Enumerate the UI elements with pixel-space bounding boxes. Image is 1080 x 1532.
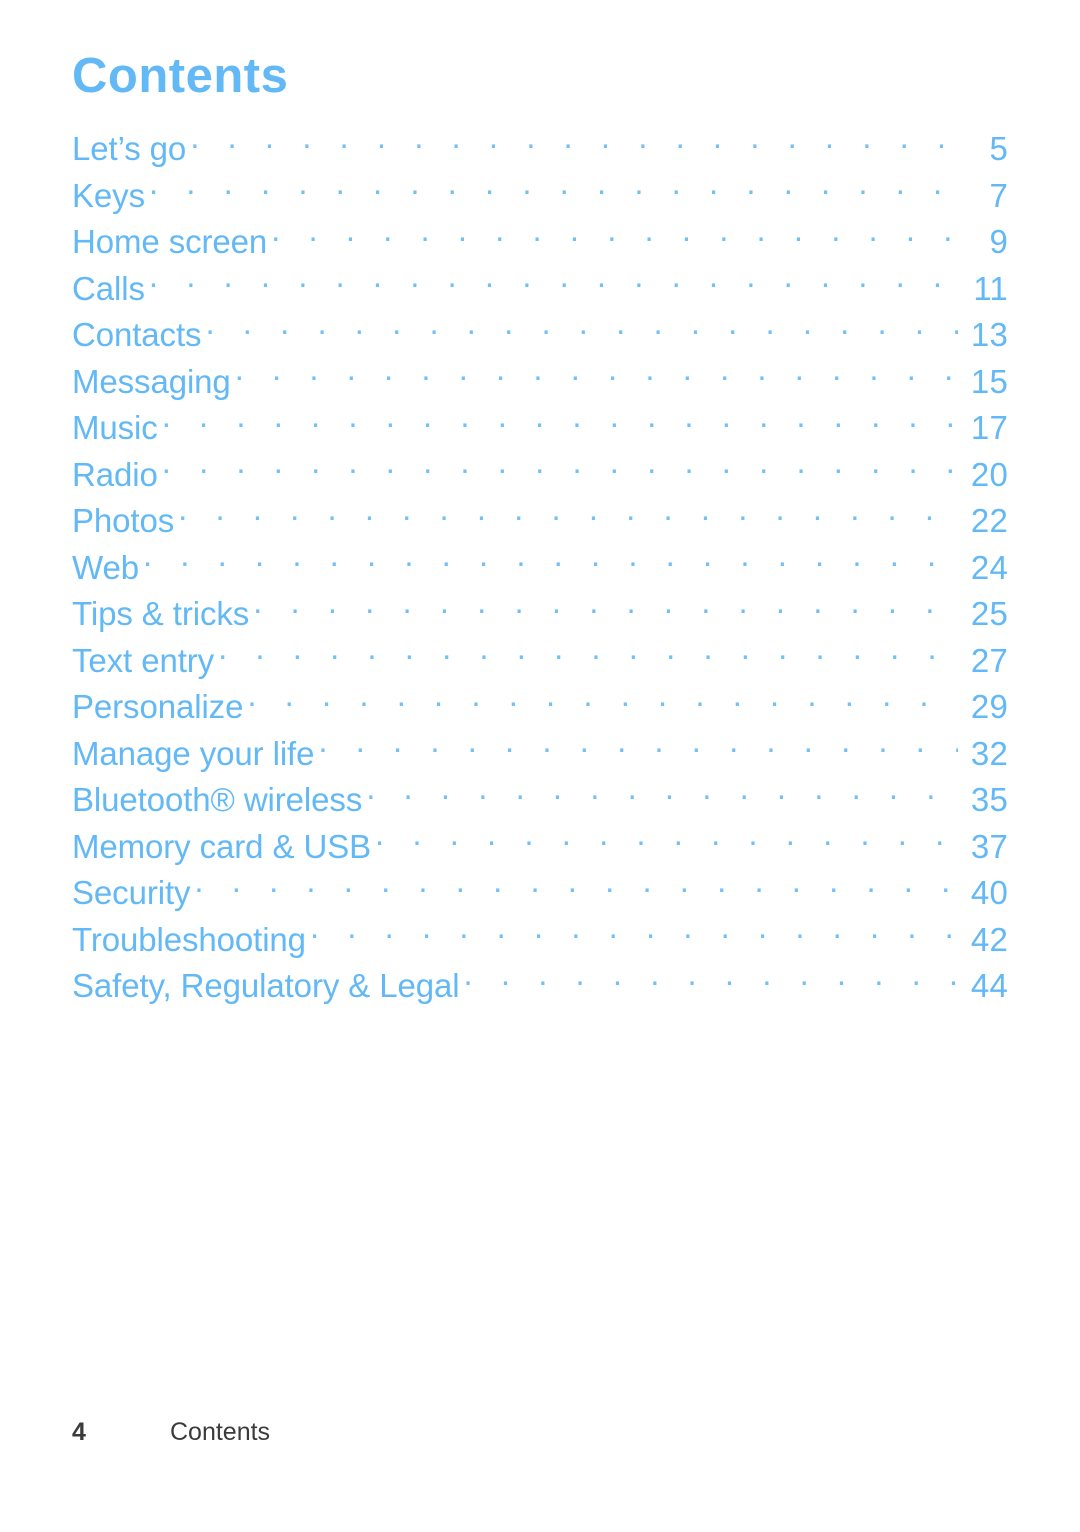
toc-entry-page-number: 32: [970, 734, 1008, 772]
toc-entry[interactable]: Messaging 15: [72, 359, 1008, 406]
toc-entry-page-number: 22: [970, 502, 1008, 539]
toc-entry[interactable]: Keys 7: [72, 173, 1008, 220]
toc-entry-page-number: 42: [970, 920, 1008, 958]
toc-entry-page-number: 20: [970, 455, 1008, 493]
toc-entry-page-number: 15: [970, 362, 1008, 400]
toc-entry-page-number: 13: [970, 316, 1008, 353]
toc-entry-label: Home screen: [72, 223, 268, 260]
toc-dot-leader: [253, 592, 958, 625]
toc-dot-leader: [375, 825, 958, 858]
toc-entry-label: Text entry: [72, 641, 215, 679]
toc-entry-label: Messaging: [72, 362, 231, 400]
toc-dot-leader: [318, 732, 958, 765]
toc-dot-leader: [178, 499, 958, 532]
footer-page-number: 4: [72, 1418, 86, 1446]
toc-entry[interactable]: Security 40: [72, 870, 1008, 917]
toc-dot-leader: [149, 174, 958, 207]
toc-entry-page-number: 35: [970, 781, 1008, 818]
toc-entry-label: Tips & tricks: [72, 595, 250, 632]
toc-entry[interactable]: Safety, Regulatory & Legal 44: [72, 963, 1008, 1010]
toc-dot-leader: [218, 639, 958, 672]
toc-entry[interactable]: Text entry 27: [72, 638, 1008, 685]
toc-dot-leader: [247, 685, 958, 718]
toc-entry-label: Security: [72, 874, 191, 911]
toc-entry-label: Music: [72, 409, 158, 446]
toc-entry-label: Safety, Regulatory & Legal: [72, 967, 460, 1004]
toc-entry[interactable]: Manage your life 32: [72, 731, 1008, 778]
toc-entry-label: Personalize: [72, 688, 244, 725]
toc-dot-leader: [235, 360, 958, 393]
toc-dot-leader: [194, 871, 958, 904]
toc-entry-page-number: 5: [989, 130, 1008, 167]
toc-entry[interactable]: Memory card & USB 37: [72, 824, 1008, 871]
toc-entry-page-number: 27: [970, 641, 1008, 679]
toc-entry-label: Memory card & USB: [72, 827, 372, 865]
toc-entry-label: Bluetooth® wireless: [72, 781, 363, 818]
toc-entry-page-number: 11: [973, 269, 1008, 307]
toc-entry[interactable]: Web 24: [72, 545, 1008, 592]
toc-entry-label: Photos: [72, 502, 175, 539]
toc-entry[interactable]: Personalize 29: [72, 684, 1008, 731]
toc-entry-page-number: 7: [989, 176, 1008, 214]
toc-entry-page-number: 29: [970, 688, 1008, 725]
toc-entry[interactable]: Contacts 13: [72, 312, 1008, 359]
toc-entry-page-number: 17: [970, 409, 1008, 446]
toc-entry-label: Contacts: [72, 316, 202, 353]
toc-dot-leader: [464, 964, 958, 997]
document-page: Contents Let’s go 5 Keys 7 Home screen 9 Calls…: [0, 0, 1080, 1532]
toc-entry-label: Manage your life: [72, 734, 315, 772]
toc-entry-label: Keys: [72, 176, 145, 214]
toc-entry-label: Calls: [72, 269, 145, 307]
table-of-contents: Let’s go 5 Keys 7 Home screen 9 Calls 11 Contact…: [72, 126, 1008, 1010]
toc-dot-leader: [143, 546, 958, 579]
toc-entry-page-number: 9: [989, 223, 1008, 260]
page-title: Contents: [72, 49, 289, 103]
toc-dot-leader: [162, 453, 958, 486]
toc-entry[interactable]: Photos 22: [72, 498, 1008, 545]
toc-dot-leader: [310, 918, 958, 951]
toc-entry-label: Radio: [72, 455, 158, 493]
toc-entry[interactable]: Calls 11: [72, 266, 1008, 313]
toc-entry[interactable]: Tips & tricks 25: [72, 591, 1008, 638]
toc-entry-page-number: 24: [970, 548, 1008, 586]
toc-dot-leader: [162, 406, 958, 439]
toc-dot-leader: [205, 313, 958, 346]
toc-entry-label: Let’s go: [72, 130, 187, 167]
toc-dot-leader: [190, 127, 958, 160]
toc-entry[interactable]: Bluetooth® wireless 35: [72, 777, 1008, 824]
toc-entry[interactable]: Let’s go 5: [72, 126, 1008, 173]
toc-entry-page-number: 37: [970, 827, 1008, 865]
footer-section-title: Contents: [170, 1418, 271, 1446]
toc-entry-page-number: 25: [970, 595, 1008, 632]
toc-dot-leader: [366, 778, 958, 811]
toc-dot-leader: [149, 267, 958, 300]
toc-entry[interactable]: Home screen 9: [72, 219, 1008, 266]
toc-dot-leader: [271, 220, 958, 253]
page-footer: 4 Contents: [72, 1418, 270, 1447]
toc-entry-label: Troubleshooting: [72, 920, 306, 958]
toc-entry-page-number: 40: [970, 874, 1008, 911]
toc-entry[interactable]: Music 17: [72, 405, 1008, 452]
toc-entry-label: Web: [72, 548, 139, 586]
toc-entry[interactable]: Radio 20: [72, 452, 1008, 499]
toc-entry[interactable]: Troubleshooting 42: [72, 917, 1008, 964]
toc-entry-page-number: 44: [970, 967, 1008, 1004]
